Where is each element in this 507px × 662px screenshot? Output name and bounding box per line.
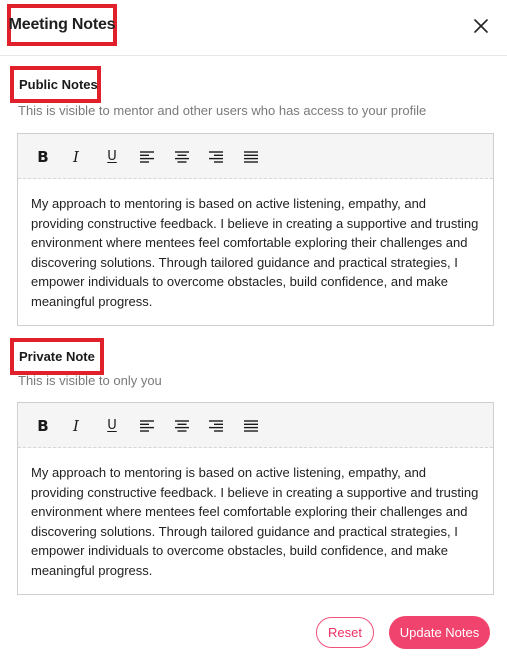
public-notes-label: Public Notes [19, 77, 98, 92]
public-notes-label-highlight: Public Notes [10, 66, 101, 103]
private-note-textarea[interactable]: My approach to mentoring is based on act… [18, 448, 493, 580]
align-right-icon[interactable] [205, 134, 227, 179]
update-notes-button[interactable]: Update Notes [389, 616, 490, 649]
public-notes-textarea[interactable]: My approach to mentoring is based on act… [18, 179, 493, 311]
reset-button[interactable]: Reset [316, 617, 374, 648]
italic-icon[interactable]: I [65, 134, 87, 179]
underline-icon[interactable]: U [101, 403, 123, 448]
bold-icon[interactable]: B [32, 403, 54, 448]
private-note-editor: B I U My approach to mentoring is based … [17, 402, 494, 595]
modal-title: Meeting Notes [8, 16, 116, 33]
align-center-icon[interactable] [171, 134, 193, 179]
align-center-icon[interactable] [171, 403, 193, 448]
align-right-icon[interactable] [205, 403, 227, 448]
modal-header: Meeting Notes [0, 0, 507, 56]
public-notes-description: This is visible to mentor and other user… [18, 103, 427, 118]
align-justify-icon[interactable] [240, 134, 262, 179]
align-left-icon[interactable] [136, 134, 158, 179]
private-note-toolbar: B I U [18, 403, 493, 448]
private-note-label-highlight: Private Note [10, 338, 104, 375]
public-notes-editor: B I U My approach to mentoring is based … [17, 133, 494, 326]
underline-icon[interactable]: U [101, 134, 123, 179]
close-icon[interactable] [470, 15, 492, 37]
private-note-label: Private Note [19, 349, 95, 364]
title-highlight: Meeting Notes [7, 4, 117, 46]
bold-icon[interactable]: B [32, 134, 54, 179]
private-note-description: This is visible to only you [18, 373, 162, 388]
align-left-icon[interactable] [136, 403, 158, 448]
italic-icon[interactable]: I [65, 403, 87, 448]
public-notes-toolbar: B I U [18, 134, 493, 179]
align-justify-icon[interactable] [240, 403, 262, 448]
